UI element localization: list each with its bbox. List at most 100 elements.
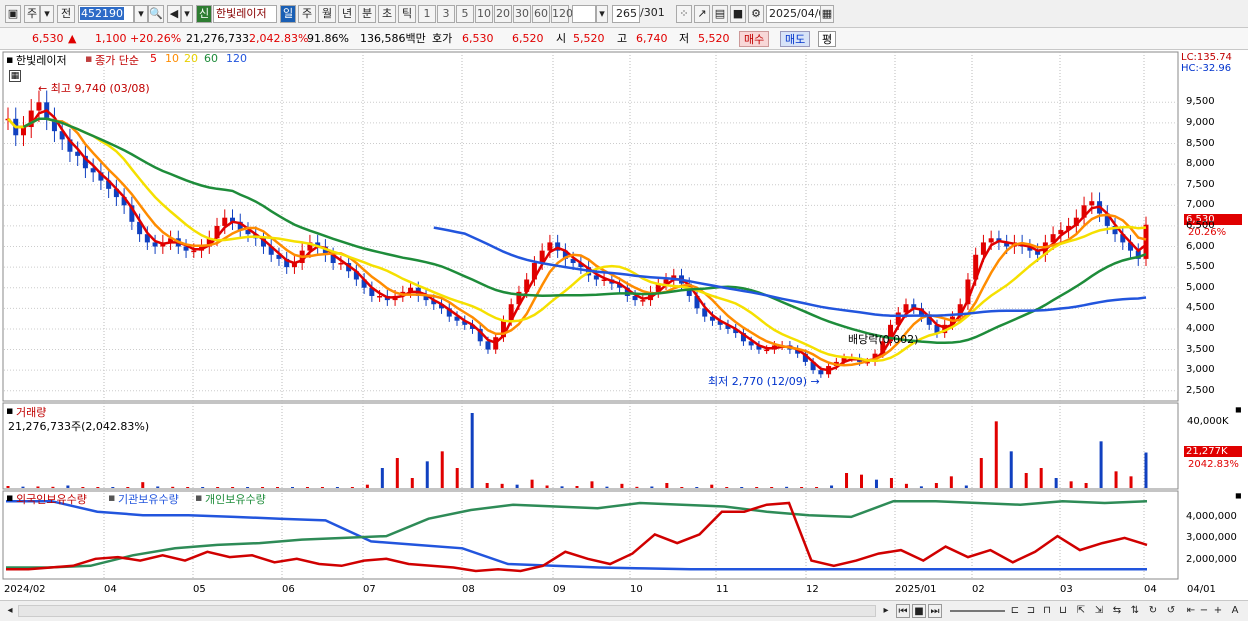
avg-button[interactable]: 평 bbox=[818, 31, 837, 47]
volume-bar bbox=[440, 451, 444, 488]
volume-bar bbox=[605, 486, 609, 488]
high-note: ← 최고 9,740 (03/08) bbox=[38, 82, 150, 95]
horizontal-scrollbar[interactable] bbox=[18, 605, 876, 617]
x-axis-right-label: 04/01 bbox=[1187, 584, 1216, 595]
search-icon[interactable]: 🔍 bbox=[148, 5, 164, 23]
price-axis-tick: 8,500 bbox=[1186, 137, 1215, 149]
holdings-panel-close-icon[interactable]: ◼ bbox=[1235, 491, 1242, 500]
volume-bar bbox=[830, 485, 834, 488]
volume-bar bbox=[1054, 478, 1058, 488]
volume-panel-close-icon[interactable]: ◼ bbox=[1235, 405, 1242, 414]
interval-button[interactable]: 20 bbox=[494, 5, 512, 23]
new-badge: 신 bbox=[196, 5, 212, 23]
legend-indiv: 개인보유수량 bbox=[205, 493, 266, 506]
volume-bar bbox=[1099, 441, 1103, 488]
pattern-icon[interactable]: ⁘ bbox=[676, 5, 692, 23]
interval-dropdown-icon[interactable]: ▾ bbox=[596, 5, 608, 23]
full-button[interactable]: 전 bbox=[57, 5, 75, 23]
speaker-dropdown-icon[interactable]: ▾ bbox=[181, 5, 193, 23]
interval-input[interactable] bbox=[572, 5, 596, 23]
price-axis-tick: 7,000 bbox=[1186, 199, 1215, 211]
code-input[interactable]: 452190 bbox=[78, 5, 134, 23]
market-select[interactable]: 주 bbox=[24, 5, 40, 23]
stop-icon[interactable]: ■ bbox=[912, 604, 926, 618]
interval-button[interactable]: 1 bbox=[418, 5, 436, 23]
period-year-button[interactable]: 년 bbox=[338, 5, 356, 23]
volume-bar bbox=[500, 483, 504, 488]
quote-high-label: 고 bbox=[617, 32, 628, 45]
period-min-button[interactable]: 분 bbox=[358, 5, 376, 23]
legend-foreign: 외국인보유수량 bbox=[16, 493, 87, 506]
tool-icon-2[interactable]: ⇲ bbox=[1092, 604, 1106, 618]
candle-body bbox=[988, 238, 994, 243]
legend-inst: 기관보유수량 bbox=[118, 493, 179, 506]
move-left-icon[interactable]: ⇤ bbox=[1184, 604, 1198, 618]
zoom-slider[interactable] bbox=[950, 610, 1005, 612]
scroll-right-icon[interactable]: ▸ bbox=[880, 604, 892, 618]
volume-bar bbox=[81, 487, 85, 488]
period-tick-button[interactable]: 틱 bbox=[398, 5, 416, 23]
settings-icon[interactable]: ⚙ bbox=[748, 5, 764, 23]
sell-button[interactable]: 매도 bbox=[780, 31, 811, 47]
quote-volume: 21,276,733 bbox=[186, 32, 249, 45]
buy-button[interactable]: 매수 bbox=[739, 31, 770, 47]
period-sec-button[interactable]: 초 bbox=[378, 5, 396, 23]
candle-body bbox=[764, 349, 770, 352]
interval-button[interactable]: 5 bbox=[456, 5, 474, 23]
price-axis-tick: 4,500 bbox=[1186, 302, 1215, 314]
quote-amount: 136,586백만 bbox=[360, 32, 426, 45]
calendar-icon[interactable]: ▦ bbox=[820, 5, 834, 23]
interval-button[interactable]: 10 bbox=[475, 5, 493, 23]
restore-icon[interactable]: ⊔ bbox=[1056, 604, 1070, 618]
period-month-button[interactable]: 월 bbox=[318, 5, 336, 23]
period-day-button[interactable]: 일 bbox=[280, 5, 296, 23]
scroll-left-icon[interactable]: ◂ bbox=[4, 604, 16, 618]
up-arrow-icon: ▲ bbox=[68, 32, 77, 45]
zoom-in-icon[interactable]: ⊏ bbox=[1008, 604, 1022, 618]
last-icon[interactable]: ⏭ bbox=[928, 604, 942, 618]
chart-area[interactable] bbox=[0, 50, 1248, 600]
candle-body bbox=[377, 295, 383, 298]
interval-button[interactable]: 30 bbox=[513, 5, 531, 23]
code-dropdown-icon[interactable]: ▾ bbox=[134, 5, 148, 23]
low-note: 최저 2,770 (12/09) → bbox=[708, 375, 820, 388]
save-icon[interactable]: ▤ bbox=[712, 5, 728, 23]
first-icon[interactable]: ⏮ bbox=[896, 604, 910, 618]
plus-icon[interactable]: + bbox=[1212, 604, 1224, 618]
zoom-icon[interactable]: ⊓ bbox=[1040, 604, 1054, 618]
grid-toggle-icon[interactable]: ▦ bbox=[9, 70, 21, 82]
speaker-icon[interactable]: ◀ bbox=[167, 5, 181, 23]
volume-bar bbox=[515, 484, 519, 488]
quote-open-label: 시 bbox=[556, 32, 567, 45]
interval-button[interactable]: 60 bbox=[532, 5, 550, 23]
interval-button[interactable]: 3 bbox=[437, 5, 455, 23]
auto-icon[interactable]: A bbox=[1228, 604, 1242, 618]
period-week-button[interactable]: 주 bbox=[298, 5, 316, 23]
x-axis-label: 04 bbox=[104, 584, 117, 595]
minus-icon[interactable]: − bbox=[1198, 604, 1210, 618]
draw-icon[interactable]: ↗ bbox=[694, 5, 710, 23]
tool-icon-1[interactable]: ⇱ bbox=[1074, 604, 1088, 618]
count-input[interactable]: 265 bbox=[612, 5, 640, 23]
x-axis-label: 02 bbox=[972, 584, 985, 595]
volume-bar bbox=[350, 487, 354, 488]
save-disk-icon[interactable]: ■ bbox=[730, 5, 746, 23]
x-axis-label: 12 bbox=[806, 584, 819, 595]
market-dropdown-icon[interactable]: ▾ bbox=[40, 5, 54, 23]
tool-icon-3[interactable]: ⇆ bbox=[1110, 604, 1124, 618]
volume-bar bbox=[530, 479, 534, 488]
volume-bar bbox=[620, 483, 624, 488]
volume-bar bbox=[635, 486, 639, 488]
tool-icon-5[interactable]: ↻ bbox=[1146, 604, 1160, 618]
volume-bar bbox=[695, 487, 699, 488]
tool-icon-6[interactable]: ↺ bbox=[1164, 604, 1178, 618]
tool-icon-4[interactable]: ⇅ bbox=[1128, 604, 1142, 618]
interval-button[interactable]: 120 bbox=[551, 5, 573, 23]
hc-label: HC:-32.96 bbox=[1181, 63, 1232, 74]
volume-bar bbox=[320, 487, 324, 488]
compress-icon[interactable]: ⊐ bbox=[1024, 604, 1038, 618]
x-axis-label: 2025/01 bbox=[895, 584, 937, 595]
volume-panel-marker: ▪ bbox=[6, 404, 14, 417]
toolbar: ▣ 주 ▾ 전 452190 ▾ 🔍 ◀ ▾ 신 한빛레이저 일 주 월 년 분… bbox=[0, 0, 1248, 28]
window-icon[interactable]: ▣ bbox=[5, 5, 21, 23]
